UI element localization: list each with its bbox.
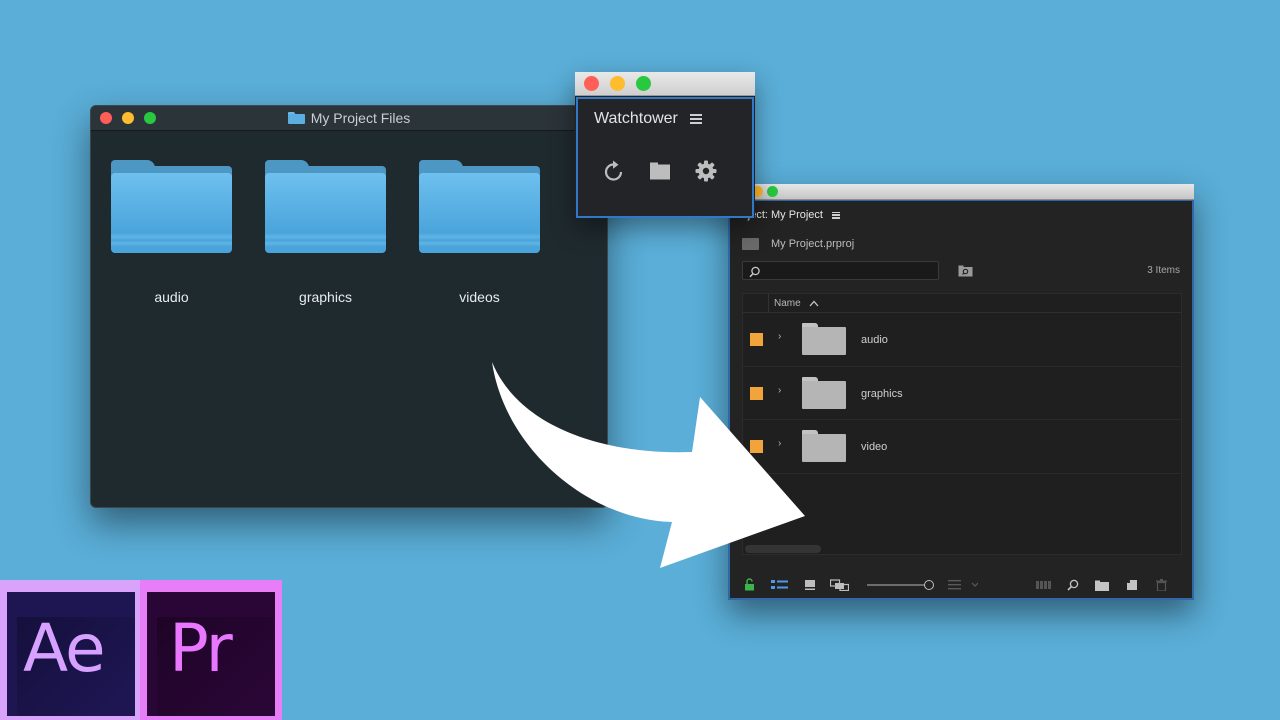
premiere-pro-logo-text: Pr	[169, 610, 233, 687]
after-effects-logo: Ae	[0, 580, 142, 720]
after-effects-logo-text: Ae	[23, 610, 106, 687]
premiere-pro-logo: Pr	[140, 580, 282, 720]
